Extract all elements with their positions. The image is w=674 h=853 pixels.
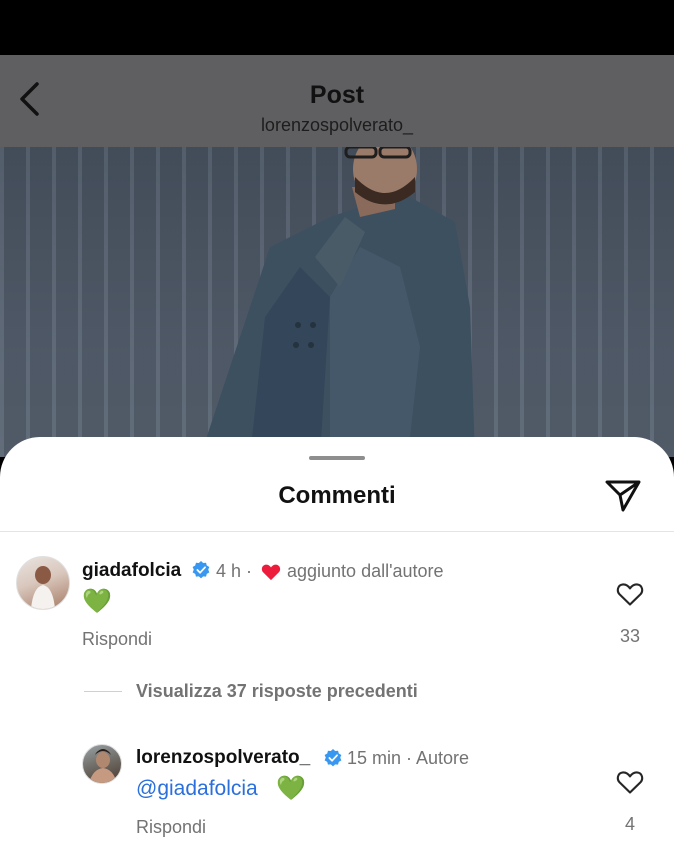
paper-plane-icon	[605, 480, 641, 512]
like-button[interactable]	[614, 579, 646, 609]
share-button[interactable]	[600, 475, 646, 517]
like-count: 33	[619, 626, 641, 646]
reply-username[interactable]: lorenzospolverato_	[136, 747, 310, 769]
post-author-username[interactable]: lorenzospolverato_	[0, 115, 674, 136]
avatar-image	[31, 566, 55, 609]
heart-outline-icon	[616, 771, 644, 794]
post-header: Post lorenzospolverato_	[0, 55, 674, 147]
status-bar	[0, 0, 674, 55]
like-count: 4	[624, 814, 635, 834]
comment-text: 💚	[82, 588, 112, 615]
heart-outline-icon	[616, 583, 644, 606]
verified-badge-icon	[324, 749, 342, 767]
app-screen: Post lorenzospolverato_ Commenti giadafo…	[0, 0, 674, 853]
avatar[interactable]	[82, 744, 122, 784]
reply-button[interactable]: Rispondi	[82, 629, 152, 650]
mention-link[interactable]: @giadafolcia	[136, 777, 258, 801]
post-image[interactable]	[0, 147, 674, 457]
view-previous-replies-button[interactable]: Visualizza 37 risposte precedenti	[136, 681, 418, 702]
reply-button[interactable]: Rispondi	[136, 817, 206, 838]
like-button[interactable]	[614, 767, 646, 797]
avatar[interactable]	[16, 556, 70, 610]
avatar-image	[89, 749, 117, 783]
comments-sheet: Commenti giadafolcia 4 h · aggiunto dall…	[0, 437, 674, 853]
sheet-drag-handle[interactable]	[309, 456, 365, 460]
liked-by-author-label: aggiunto dall'autore	[287, 561, 444, 581]
reply-text: 💚	[276, 775, 306, 802]
heart-filled-icon	[261, 564, 281, 581]
comments-title: Commenti	[278, 482, 396, 509]
verified-badge-icon	[192, 561, 210, 579]
reply-meta: 15 min · Autore	[347, 748, 470, 768]
replies-divider-line	[84, 691, 122, 692]
person-photo	[200, 147, 475, 457]
comment-username[interactable]: giadafolcia	[82, 560, 181, 582]
comment-time: 4 h ·	[216, 561, 253, 581]
sheet-divider	[0, 531, 674, 532]
page-title: Post	[309, 81, 365, 109]
